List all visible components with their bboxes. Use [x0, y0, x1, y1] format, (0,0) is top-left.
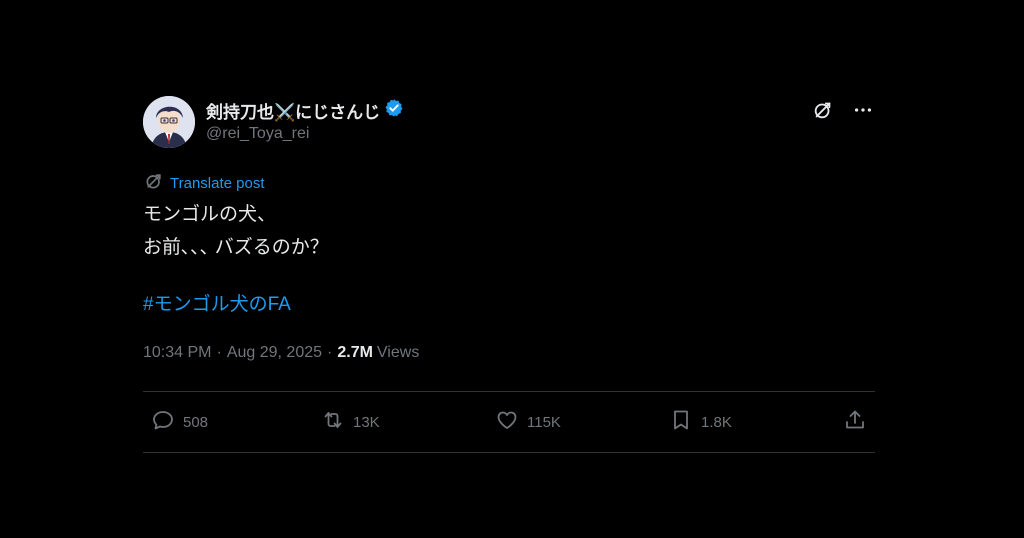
bookmark-count: 1.8K	[701, 413, 732, 431]
views-label: Views	[376, 344, 420, 361]
like-button[interactable]: 115K	[495, 406, 561, 438]
post-date[interactable]: Aug 29, 2025	[227, 344, 322, 362]
like-icon	[495, 408, 519, 436]
reply-icon	[151, 408, 175, 436]
author-name-row[interactable]: 剣持刀也⚔️にじさんじ	[206, 98, 404, 122]
divider	[143, 391, 875, 392]
tweet: 剣持刀也⚔️にじさんじ @rei_Toya_rei Translate post…	[143, 96, 875, 456]
meta-separator: ·	[216, 344, 222, 361]
repost-button[interactable]: 13K	[321, 406, 380, 438]
author-display-name[interactable]: 剣持刀也⚔️にじさんじ	[206, 98, 380, 123]
more-icon[interactable]	[851, 98, 875, 122]
post-line-1: モンゴルの犬、	[143, 204, 277, 225]
post-time[interactable]: 10:34 PM	[143, 344, 211, 362]
share-button[interactable]	[843, 406, 867, 438]
meta-separator: ·	[327, 344, 333, 361]
post-meta: 10:34 PM · Aug 29, 2025 · 2.7M Views	[143, 344, 419, 362]
avatar[interactable]	[143, 96, 195, 148]
author-handle[interactable]: @rei_Toya_rei	[206, 125, 309, 143]
post-text: モンゴルの犬、 お前､､､ バズるのか？	[143, 198, 329, 264]
reply-count: 508	[183, 413, 209, 431]
reply-button[interactable]: 508	[151, 406, 208, 438]
like-count: 115K	[527, 413, 561, 431]
translate-post-link[interactable]: Translate post	[144, 171, 265, 195]
post-line-2: お前､､､ バズるのか？	[143, 237, 329, 258]
grok-icon[interactable]	[811, 98, 835, 122]
action-bar: 508 13K 115K 1.8K	[143, 406, 875, 438]
post-hashtag[interactable]: #モンゴル犬のFA	[143, 289, 291, 316]
translate-icon	[144, 171, 164, 195]
bookmark-icon	[669, 408, 693, 436]
repost-count: 13K	[353, 413, 380, 431]
verified-badge-icon	[384, 98, 404, 123]
divider	[143, 452, 875, 453]
bookmark-button[interactable]: 1.8K	[669, 406, 732, 438]
views-count: 2.7M	[337, 344, 373, 361]
share-icon	[843, 408, 867, 436]
translate-post-label[interactable]: Translate post	[170, 175, 265, 192]
retweet-icon	[321, 408, 345, 436]
tweet-top-actions	[811, 98, 875, 122]
